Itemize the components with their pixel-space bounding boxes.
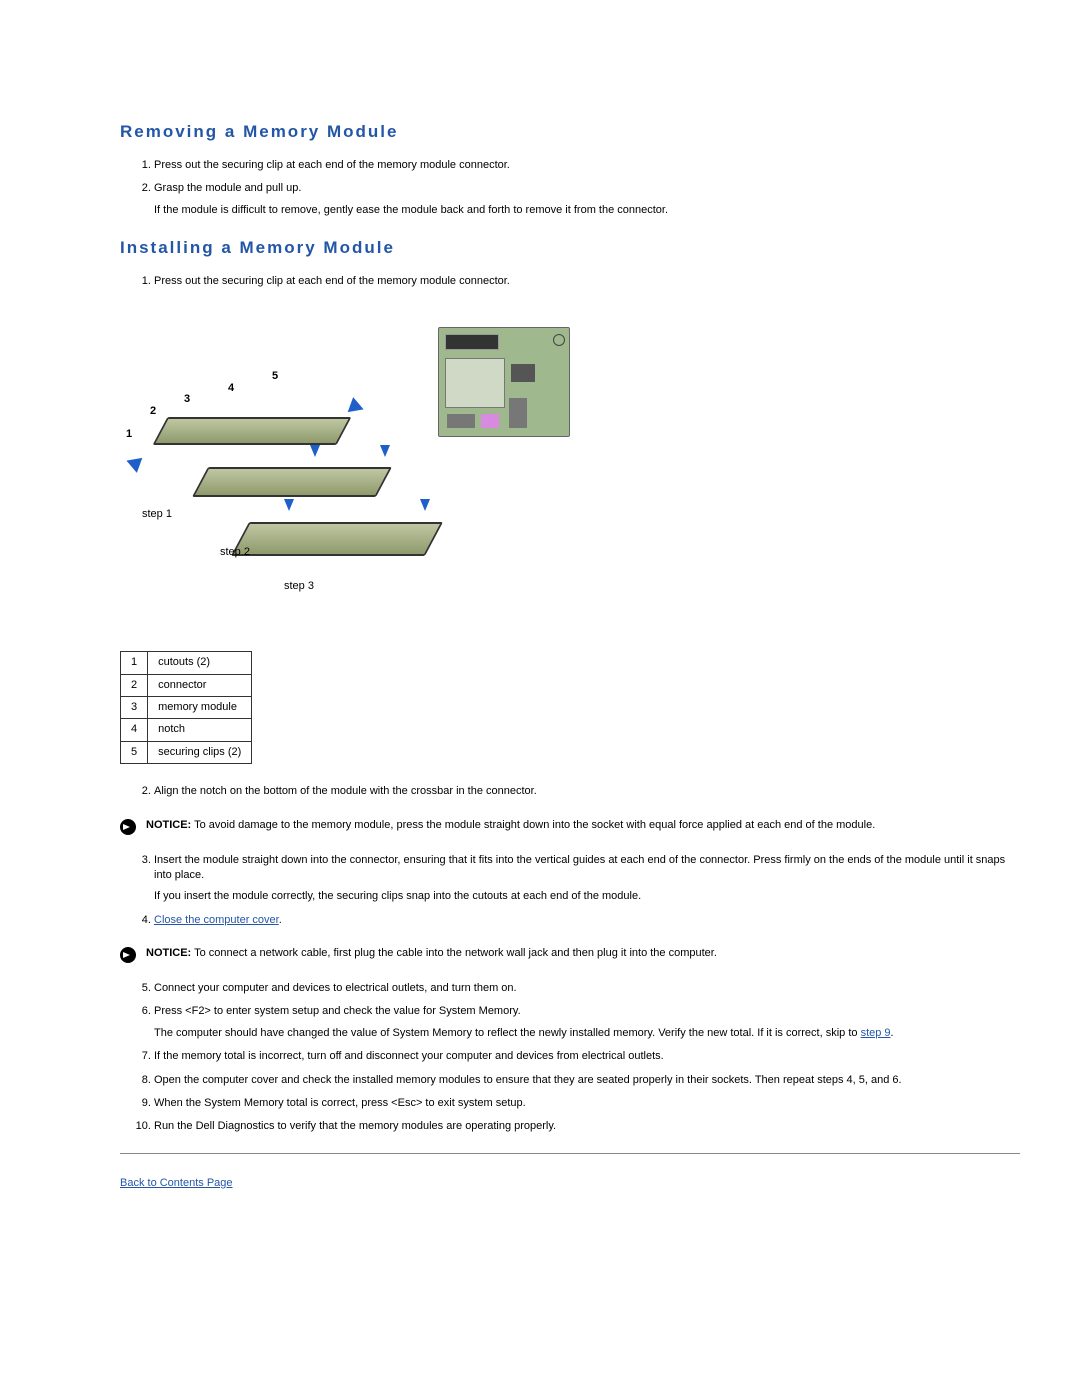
table-row: 1 cutouts (2) [121, 652, 252, 674]
callout-text-cell: memory module [148, 696, 252, 718]
callout-num: 2 [150, 404, 156, 419]
table-row: 3 memory module [121, 696, 252, 718]
table-row: 2 connector [121, 674, 252, 696]
close-cover-link[interactable]: Close the computer cover [154, 914, 279, 926]
installing-step-8: Open the computer cover and check the in… [154, 1073, 1020, 1088]
section-divider [120, 1153, 1020, 1154]
installing-step-6: Press <F2> to enter system setup and che… [154, 1004, 1020, 1041]
dimm-slot-2 [192, 467, 392, 497]
arrow-down-icon [380, 445, 390, 457]
step-text: Insert the module straight down into the… [154, 854, 1005, 881]
callout-num: 5 [272, 369, 278, 384]
callout-text-cell: connector [148, 674, 252, 696]
installing-steps-pre: Press out the securing clip at each end … [120, 274, 1020, 289]
notice-label: NOTICE: [146, 819, 191, 831]
motherboard-inset [438, 327, 570, 437]
notice-text: NOTICE: To avoid damage to the memory mo… [146, 818, 875, 833]
callout-table: 1 cutouts (2) 2 connector 3 memory modul… [120, 651, 252, 764]
installing-step-4: Close the computer cover. [154, 913, 1020, 928]
arrow-icon [124, 453, 143, 473]
callout-num: 3 [184, 392, 190, 407]
memory-module-figure: 1 2 3 4 5 step 1 step 2 step 3 [120, 327, 560, 607]
installing-steps-3-4: Insert the module straight down into the… [120, 853, 1020, 929]
step-text: Run the Dell Diagnostics to verify that … [154, 1120, 556, 1132]
document-page: Removing a Memory Module Press out the s… [0, 0, 1080, 1311]
figure-step-label: step 3 [284, 579, 314, 594]
step-subtext: The computer should have changed the val… [154, 1026, 1020, 1041]
arrow-down-icon [420, 499, 430, 511]
figure-step-label: step 1 [142, 507, 172, 522]
step-text: When the System Memory total is correct,… [154, 1097, 526, 1109]
installing-step-3: Insert the module straight down into the… [154, 853, 1020, 905]
table-row: 4 notch [121, 719, 252, 741]
removing-step-1: Press out the securing clip at each end … [154, 158, 1020, 173]
installing-step-2: Align the notch on the bottom of the mod… [154, 784, 1020, 799]
back-to-contents-link[interactable]: Back to Contents Page [120, 1177, 233, 1189]
step-text: Press out the securing clip at each end … [154, 275, 510, 287]
mobo-chip [511, 364, 535, 382]
removing-steps: Press out the securing clip at each end … [120, 158, 1020, 218]
heading-removing: Removing a Memory Module [120, 120, 1020, 144]
subtext-pre: The computer should have changed the val… [154, 1027, 861, 1039]
mobo-component [481, 414, 499, 428]
arrow-down-icon [310, 445, 320, 457]
notice-icon [120, 819, 136, 835]
callout-text-cell: notch [148, 719, 252, 741]
mobo-dimm-slots [445, 358, 505, 408]
step-text: Grasp the module and pull up. [154, 182, 301, 194]
dimm-slot-3 [231, 522, 443, 556]
step-subtext: If the module is difficult to remove, ge… [154, 203, 1020, 218]
back-to-contents: Back to Contents Page [120, 1176, 1020, 1191]
figure-step-label: step 2 [220, 545, 250, 560]
callout-num-cell: 3 [121, 696, 148, 718]
mobo-block [509, 398, 527, 428]
step-suffix: . [279, 914, 282, 926]
heading-installing: Installing a Memory Module [120, 236, 1020, 260]
step-subtext: If you insert the module correctly, the … [154, 889, 1020, 904]
dimm-slot-1 [153, 417, 352, 445]
table-row: 5 securing clips (2) [121, 741, 252, 763]
installing-step-7: If the memory total is incorrect, turn o… [154, 1049, 1020, 1064]
arrow-down-icon [284, 499, 294, 511]
notice-label: NOTICE: [146, 947, 191, 959]
callout-num: 4 [228, 381, 234, 396]
step-text: Press out the securing clip at each end … [154, 159, 510, 171]
installing-step-5: Connect your computer and devices to ele… [154, 981, 1020, 996]
notice-block: NOTICE: To connect a network cable, firs… [120, 946, 1020, 963]
installing-steps-5-10: Connect your computer and devices to ele… [120, 981, 1020, 1135]
subtext-post: . [891, 1027, 894, 1039]
callout-num: 1 [126, 427, 132, 442]
callout-num-cell: 5 [121, 741, 148, 763]
step-text: Align the notch on the bottom of the mod… [154, 785, 537, 797]
mobo-port [445, 334, 499, 350]
installing-steps-2: Align the notch on the bottom of the mod… [120, 784, 1020, 799]
installing-step-10: Run the Dell Diagnostics to verify that … [154, 1119, 1020, 1134]
callout-num-cell: 2 [121, 674, 148, 696]
notice-text: NOTICE: To connect a network cable, firs… [146, 946, 717, 961]
mobo-hole-icon [553, 334, 565, 346]
callout-text-cell: securing clips (2) [148, 741, 252, 763]
callout-num-cell: 4 [121, 719, 148, 741]
callout-text-cell: cutouts (2) [148, 652, 252, 674]
step-text: If the memory total is incorrect, turn o… [154, 1050, 664, 1062]
notice-body: To connect a network cable, first plug t… [194, 947, 717, 959]
installing-step-1: Press out the securing clip at each end … [154, 274, 1020, 289]
removing-step-2: Grasp the module and pull up. If the mod… [154, 181, 1020, 218]
notice-icon [120, 947, 136, 963]
step-9-link[interactable]: step 9 [861, 1027, 891, 1039]
notice-body: To avoid damage to the memory module, pr… [194, 819, 875, 831]
arrow-icon [348, 397, 367, 417]
step-text: Open the computer cover and check the in… [154, 1074, 902, 1086]
figure-block: 1 2 3 4 5 step 1 step 2 step 3 [120, 327, 1020, 607]
installing-step-9: When the System Memory total is correct,… [154, 1096, 1020, 1111]
mobo-block [447, 414, 475, 428]
step-text: Press <F2> to enter system setup and che… [154, 1005, 521, 1017]
callout-num-cell: 1 [121, 652, 148, 674]
notice-block: NOTICE: To avoid damage to the memory mo… [120, 818, 1020, 835]
step-text: Connect your computer and devices to ele… [154, 982, 517, 994]
